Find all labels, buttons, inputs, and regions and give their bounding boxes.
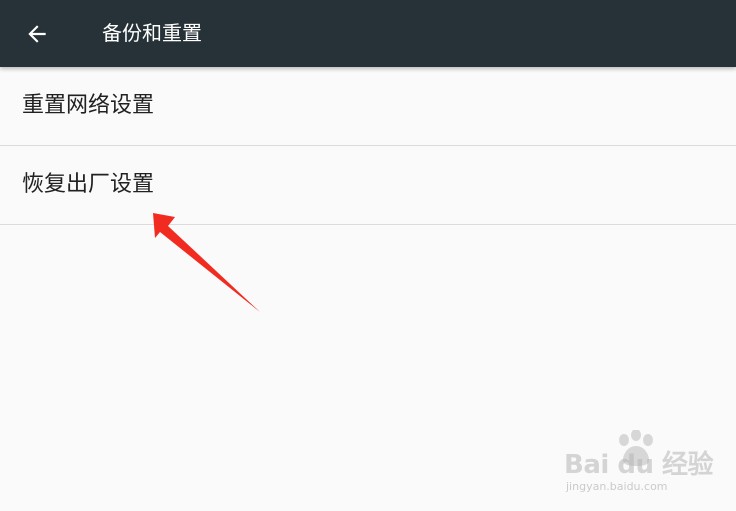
settings-list: 重置网络设置 恢复出厂设置	[0, 67, 736, 225]
watermark-brand: Bai du 经验	[564, 450, 714, 480]
arrow-shape	[153, 213, 260, 312]
app-toolbar: 备份和重置	[0, 0, 736, 67]
arrow-left-icon	[28, 25, 46, 43]
back-button[interactable]	[14, 11, 60, 57]
reset-network-settings-label: 重置网络设置	[22, 93, 155, 118]
baidu-jingyan-watermark: Bai du 经验 jingyan.baidu.com	[560, 430, 714, 500]
reset-network-settings-item[interactable]: 重置网络设置	[0, 67, 736, 146]
factory-reset-label: 恢复出厂设置	[22, 172, 155, 197]
factory-reset-item[interactable]: 恢复出厂设置	[0, 146, 736, 225]
page-title: 备份和重置	[102, 21, 202, 45]
watermark-url: jingyan.baidu.com	[566, 480, 668, 493]
